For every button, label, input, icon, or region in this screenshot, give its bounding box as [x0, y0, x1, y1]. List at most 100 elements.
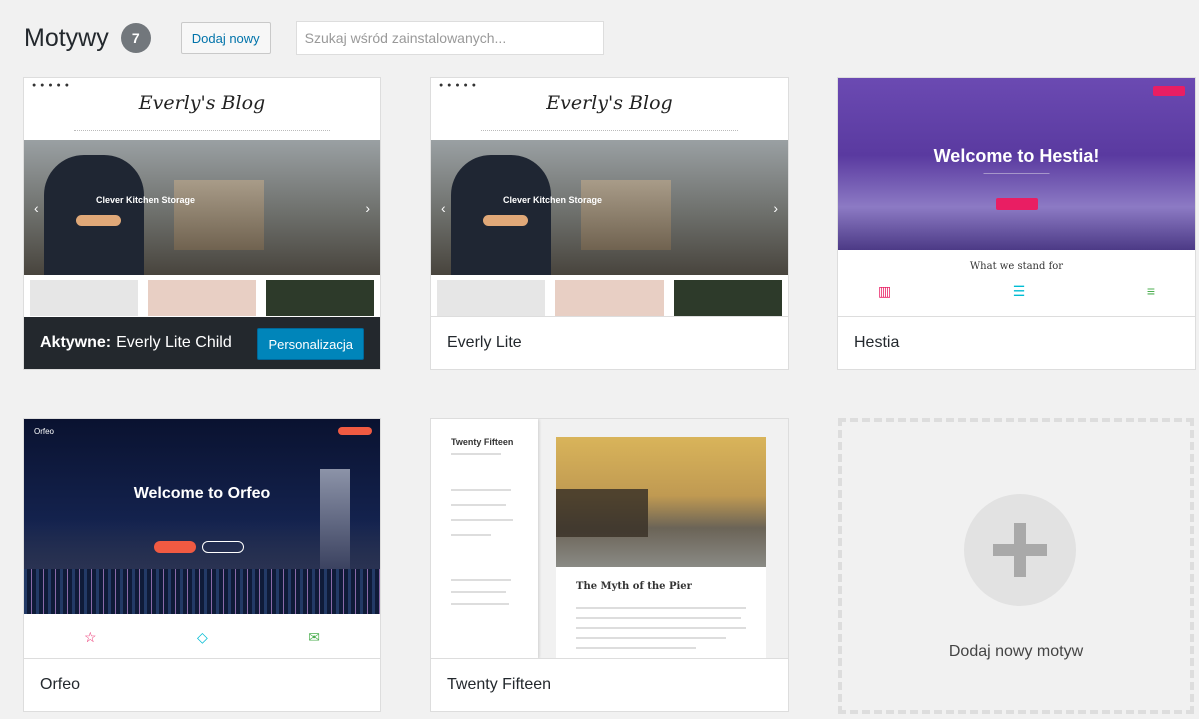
preview-thumb: [266, 280, 374, 316]
theme-screenshot[interactable]: ● ● ● ● ● Everly's Blog Clever Kitchen S…: [431, 78, 788, 319]
chevron-right-icon: ›: [365, 200, 370, 216]
active-label: Aktywne:: [40, 334, 112, 351]
preview-text-line: [451, 591, 506, 593]
preview-hero-button: [154, 541, 196, 553]
preview-text-line: [576, 637, 726, 639]
theme-card-everly-lite[interactable]: ● ● ● ● ● Everly's Blog Clever Kitchen S…: [430, 77, 789, 370]
preview-hero-image: Orfeo Welcome to Orfeo: [24, 419, 380, 614]
preview-hero-caption: Clever Kitchen Storage: [96, 195, 196, 205]
preview-shelf: [581, 180, 671, 250]
preview-text-line: [451, 579, 511, 581]
theme-screenshot[interactable]: ● ● ● ● ● Everly's Blog Clever Kitchen S…: [24, 78, 380, 319]
page-header: Motywy 7 Dodaj nowy: [24, 18, 604, 58]
preview-text-line: [451, 519, 513, 521]
preview-hero-image: Welcome to Hestia! ———————————: [838, 78, 1195, 250]
theme-screenshot[interactable]: Orfeo Welcome to Orfeo ☆ ◇ ✉: [24, 419, 380, 660]
preview-thumb: [673, 280, 782, 316]
preview-thumb: [437, 280, 546, 316]
customize-button[interactable]: Personalizacja: [257, 328, 364, 360]
theme-name: Twenty Fifteen: [447, 676, 552, 693]
preview-thumb: [555, 280, 664, 316]
grid-icon: ▥: [878, 283, 892, 299]
preview-feature-icons: ☆ ◇ ✉: [84, 629, 320, 646]
preview-logo: Everly's Blog: [546, 92, 673, 114]
preview-menu: [481, 130, 738, 134]
theme-name: Orfeo: [40, 676, 81, 693]
preview-text-line: [451, 489, 511, 491]
preview-hero-image: Clever Kitchen Storage ‹ ›: [431, 140, 788, 275]
preview-nav-button: [338, 427, 372, 435]
theme-card-twenty-fifteen[interactable]: Twenty Fifteen The Myth of the Pier Twen…: [430, 418, 789, 712]
preview-hero-button: [483, 215, 528, 226]
theme-screenshot[interactable]: Welcome to Hestia! ——————————— What we s…: [838, 78, 1195, 319]
preview-hero-title: Welcome to Orfeo: [133, 485, 271, 502]
preview-hero-image: Clever Kitchen Storage ‹ ›: [24, 140, 380, 275]
add-new-button[interactable]: Dodaj nowy: [180, 22, 271, 54]
page-title: Motywy: [24, 23, 109, 52]
preview-water: [24, 569, 380, 614]
preview-text-line: [451, 504, 506, 506]
preview-menu: [74, 130, 330, 134]
diamond-icon: ◇: [197, 629, 208, 645]
star-icon: ☆: [84, 629, 97, 645]
plus-icon-bar-v: [1014, 523, 1026, 577]
preview-hero-subtitle: ———————————: [983, 171, 1050, 177]
preview-nav-button: [1153, 86, 1185, 96]
theme-card-hestia[interactable]: Welcome to Hestia! ——————————— What we s…: [837, 77, 1196, 370]
add-new-theme-tile[interactable]: Dodaj nowy motyw: [838, 418, 1194, 714]
preview-text-line: [451, 453, 501, 455]
plus-icon: [964, 494, 1076, 606]
preview-site-title: Twenty Fifteen: [451, 437, 514, 447]
preview-text-line: [576, 617, 741, 619]
theme-name: Hestia: [854, 334, 900, 351]
preview-hero-title: Welcome to Hestia!: [933, 146, 1100, 166]
list-icon: ☰: [1012, 283, 1026, 299]
preview-post-title: The Myth of the Pier: [576, 581, 692, 592]
preview-text-line: [451, 534, 491, 536]
preview-hero-caption: Clever Kitchen Storage: [503, 195, 603, 205]
chevron-left-icon: ‹: [441, 200, 446, 216]
theme-count-badge: 7: [120, 23, 151, 53]
preview-tower: [320, 469, 350, 569]
preview-post-image: [556, 437, 766, 567]
preview-header: ● ● ● ● ● Everly's Blog: [431, 78, 788, 140]
preview-text-line: [576, 647, 696, 649]
preview-post: The Myth of the Pier: [556, 437, 766, 659]
preview-social-dots: ● ● ● ● ●: [32, 82, 70, 89]
preview-shelf: [174, 180, 264, 250]
theme-name-bar: Twenty Fifteen: [431, 658, 788, 711]
mail-icon: ✉: [308, 629, 320, 645]
preview-social-dots: ● ● ● ● ●: [439, 82, 477, 89]
theme-name-bar: Hestia: [838, 316, 1195, 369]
preview-sidebar: Twenty Fifteen: [431, 419, 538, 659]
preview-thumb: [30, 280, 138, 316]
theme-name-bar: Everly Lite: [431, 316, 788, 369]
preview-thumbnails: [30, 280, 374, 316]
preview-logo: Everly's Blog: [138, 92, 266, 114]
preview-logo: Orfeo: [34, 427, 55, 436]
search-input[interactable]: [295, 21, 604, 55]
theme-name-bar: Orfeo: [24, 658, 380, 711]
preview-hero-button-outline: [202, 541, 244, 553]
theme-name: Everly Lite Child: [116, 334, 232, 351]
theme-card-orfeo[interactable]: Orfeo Welcome to Orfeo ☆ ◇ ✉ Orfeo: [23, 418, 381, 712]
chevron-right-icon: ›: [773, 200, 778, 216]
preview-text-line: [576, 607, 746, 609]
preview-text-line: [451, 603, 509, 605]
preview-header: ● ● ● ● ● Everly's Blog: [24, 78, 380, 140]
preview-text-line: [576, 627, 746, 629]
add-new-theme-label: Dodaj nowy motyw: [948, 643, 1084, 660]
chevron-left-icon: ‹: [34, 200, 39, 216]
preview-hero-button: [76, 215, 121, 226]
theme-name: Everly Lite: [447, 334, 522, 351]
menu-icon: ≡: [1146, 283, 1155, 299]
preview-feature-icons: ▥ ☰ ≡: [878, 283, 1155, 300]
theme-screenshot[interactable]: Twenty Fifteen The Myth of the Pier: [431, 419, 788, 660]
preview-pier: [556, 489, 648, 537]
theme-name-bar: Aktywne: Everly Lite Child Personalizacj…: [24, 317, 380, 369]
theme-card-everly-lite-child[interactable]: ● ● ● ● ● Everly's Blog Clever Kitchen S…: [23, 77, 381, 370]
preview-hero-button: [996, 198, 1038, 210]
preview-thumb: [148, 280, 256, 316]
preview-thumbnails: [437, 280, 782, 316]
preview-section-title: What we stand for: [969, 261, 1064, 272]
